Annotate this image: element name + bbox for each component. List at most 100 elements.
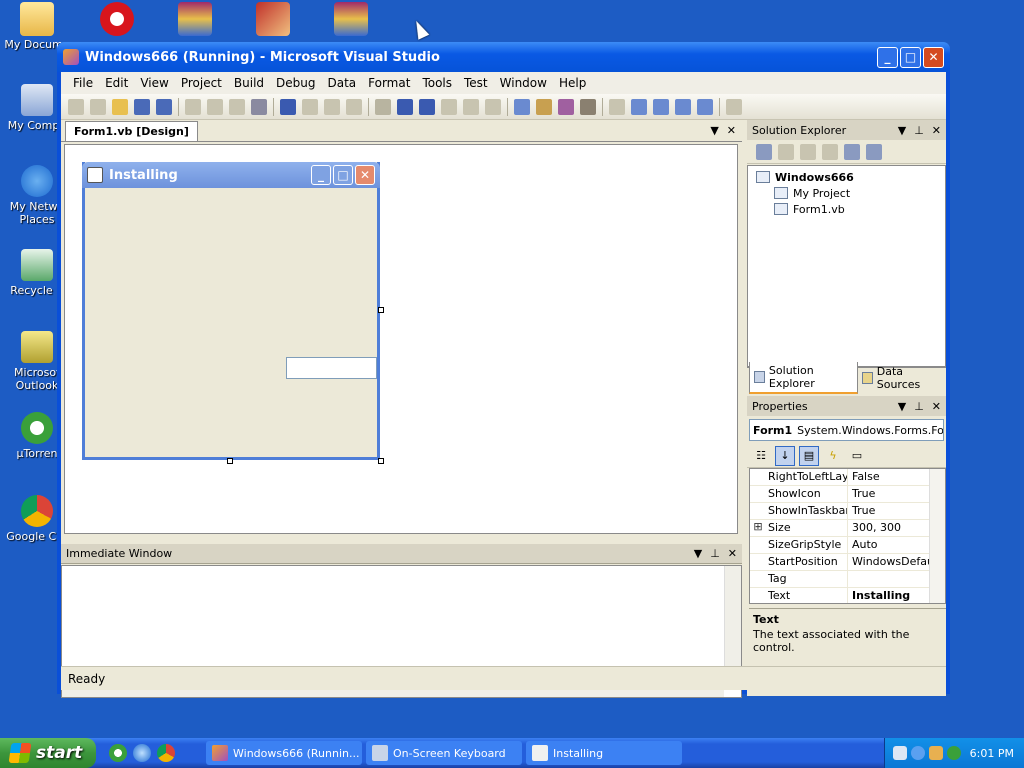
solution-explorer-icon[interactable] (514, 98, 530, 115)
paste-icon[interactable] (229, 98, 245, 115)
internet-explorer-icon[interactable] (133, 744, 151, 762)
save-all-icon[interactable] (156, 98, 172, 115)
menu-window[interactable]: Window (494, 76, 553, 90)
cut-icon[interactable] (185, 98, 201, 115)
form-textbox[interactable] (286, 357, 377, 379)
tree-item-my-project[interactable]: My Project (756, 185, 937, 201)
start-button[interactable]: start (0, 738, 96, 768)
resize-handle-bottom[interactable] (227, 458, 233, 464)
opera-icon[interactable] (100, 2, 134, 36)
redo-icon[interactable] (302, 98, 318, 115)
close-icon[interactable]: ✕ (932, 400, 941, 413)
tab-dropdown-icon[interactable]: ▼ (710, 124, 718, 137)
auto-hide-pin-icon[interactable]: ⊥ (710, 547, 720, 560)
view-code-icon[interactable] (822, 143, 838, 160)
menu-help[interactable]: Help (553, 76, 592, 90)
taskbar-button-on-screen-keyboard[interactable]: On-Screen Keyboard (366, 741, 522, 765)
utorrent-icon[interactable] (109, 744, 127, 762)
close-icon[interactable]: ✕ (728, 547, 737, 560)
add-item-icon[interactable] (90, 98, 106, 115)
winrar-icon-2[interactable] (334, 2, 368, 36)
menu-build[interactable]: Build (228, 76, 270, 90)
menu-project[interactable]: Project (175, 76, 228, 90)
menu-file[interactable]: File (67, 76, 99, 90)
alphabetical-icon[interactable]: ↓ (775, 445, 795, 466)
view-designer-icon[interactable] (844, 143, 860, 160)
taskbar-button-installing[interactable]: Installing (526, 741, 682, 765)
window-position-dropdown-icon[interactable]: ▼ (898, 400, 906, 413)
property-row[interactable]: SizeGripStyle Auto (750, 537, 945, 554)
menu-test[interactable]: Test (458, 76, 494, 90)
vertical-scrollbar[interactable] (929, 469, 945, 603)
view-class-diagram-icon[interactable] (866, 143, 882, 160)
stop-icon[interactable] (419, 98, 435, 115)
close-icon[interactable]: ✕ (932, 124, 941, 137)
undo-icon[interactable] (280, 98, 296, 115)
property-row[interactable]: ShowInTaskbar True (750, 503, 945, 520)
window-position-dropdown-icon[interactable]: ▼ (898, 124, 906, 137)
navigate-back-icon[interactable] (324, 98, 340, 115)
network-tray-icon[interactable] (929, 746, 943, 760)
properties-window-icon[interactable] (536, 98, 552, 115)
pause-icon[interactable] (397, 98, 413, 115)
vertical-scrollbar[interactable] (724, 566, 741, 680)
form-preview[interactable]: Installing _ □ ✕ (82, 162, 380, 460)
book-icon[interactable] (256, 2, 290, 36)
navigate-forward-icon[interactable] (346, 98, 362, 115)
close-button[interactable]: ✕ (923, 46, 944, 68)
save-icon[interactable] (134, 98, 150, 115)
find-icon[interactable] (251, 98, 267, 115)
property-row[interactable]: Tag (750, 571, 945, 588)
step-out-icon[interactable] (485, 98, 501, 115)
step-into-icon[interactable] (441, 98, 457, 115)
utorrent-tray-icon[interactable] (947, 746, 961, 760)
start-debugging-icon[interactable] (375, 98, 391, 115)
minimize-button[interactable]: _ (877, 46, 898, 68)
title-bar[interactable]: Windows666 (Running) - Microsoft Visual … (57, 42, 950, 72)
clock[interactable]: 6:01 PM (970, 747, 1014, 760)
tab-solution-explorer[interactable]: Solution Explorer (749, 362, 858, 394)
object-browser-icon[interactable] (558, 98, 574, 115)
categorized-icon[interactable]: ☷ (751, 446, 771, 466)
open-folder-icon[interactable] (112, 98, 128, 115)
close-document-icon[interactable]: ✕ (727, 124, 736, 137)
auto-hide-pin-icon[interactable]: ⊥ (914, 400, 924, 413)
resize-handle-right[interactable] (378, 307, 384, 313)
property-row-selected[interactable]: Text Installing (750, 588, 945, 603)
property-row[interactable]: ⊞ Size 300, 300 (750, 520, 945, 537)
layout-size-icon[interactable] (631, 98, 647, 115)
chevron-left-icon[interactable] (911, 746, 925, 760)
tab-data-sources[interactable]: Data Sources (858, 363, 946, 393)
menu-format[interactable]: Format (362, 76, 416, 90)
properties-icon[interactable] (756, 143, 772, 160)
expand-toggle[interactable]: ⊞ (750, 520, 766, 536)
tab-form1-design[interactable]: Form1.vb [Design] (65, 121, 198, 141)
show-all-files-icon[interactable] (778, 143, 794, 160)
tree-item-form1[interactable]: Form1.vb (756, 201, 937, 217)
property-row[interactable]: StartPosition WindowsDefaultLo (750, 554, 945, 571)
menu-view[interactable]: View (134, 76, 174, 90)
winrar-icon[interactable] (178, 2, 212, 36)
window-position-dropdown-icon[interactable]: ▼ (694, 547, 702, 560)
layout-spacing-icon[interactable] (653, 98, 669, 115)
new-project-icon[interactable] (68, 98, 84, 115)
refresh-icon[interactable] (800, 143, 816, 160)
tab-order-icon[interactable] (726, 98, 742, 115)
step-over-icon[interactable] (463, 98, 479, 115)
properties-view-icon[interactable]: ▤ (799, 445, 819, 466)
tree-item-windows666[interactable]: Windows666 (756, 169, 937, 185)
property-pages-icon[interactable]: ▭ (847, 446, 867, 466)
auto-hide-pin-icon[interactable]: ⊥ (914, 124, 924, 137)
menu-edit[interactable]: Edit (99, 76, 134, 90)
chrome-icon[interactable] (157, 744, 175, 762)
menu-tools[interactable]: Tools (416, 76, 458, 90)
events-icon[interactable]: ϟ (823, 446, 843, 466)
layout-order-icon[interactable] (697, 98, 713, 115)
property-row[interactable]: ShowIcon True (750, 486, 945, 503)
layout-center-icon[interactable] (675, 98, 691, 115)
menu-data[interactable]: Data (321, 76, 362, 90)
menu-debug[interactable]: Debug (270, 76, 321, 90)
keyboard-tray-icon[interactable] (893, 746, 907, 760)
layout-align-icon[interactable] (609, 98, 625, 115)
toolbox-icon[interactable] (580, 98, 596, 115)
